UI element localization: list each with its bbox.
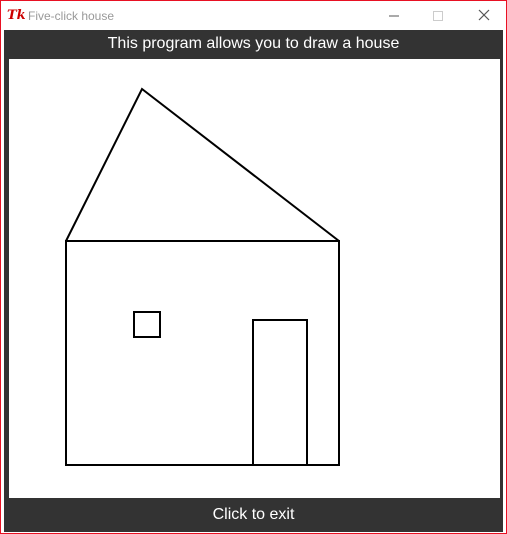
house-body [65, 240, 340, 466]
exit-label[interactable]: Click to exit [4, 501, 503, 529]
maximize-button[interactable] [416, 1, 461, 30]
close-icon [478, 9, 490, 21]
house-door [252, 319, 308, 466]
house-window [133, 311, 161, 338]
instruction-label: This program allows you to draw a house [107, 35, 400, 52]
minimize-button[interactable] [371, 1, 416, 30]
house-roof [65, 87, 340, 242]
close-button[interactable] [461, 1, 506, 30]
app-content: This program allows you to draw a house … [4, 30, 503, 532]
app-window: Tk Five-click house This program allows … [0, 0, 507, 534]
window-title: Five-click house [28, 9, 115, 23]
drawing-canvas[interactable] [9, 59, 500, 498]
minimize-icon [389, 15, 399, 17]
maximize-icon [433, 11, 443, 21]
title-bar[interactable]: Tk Five-click house [1, 1, 506, 30]
tk-feather-icon: Tk [7, 8, 26, 23]
house-drawing [65, 87, 340, 466]
